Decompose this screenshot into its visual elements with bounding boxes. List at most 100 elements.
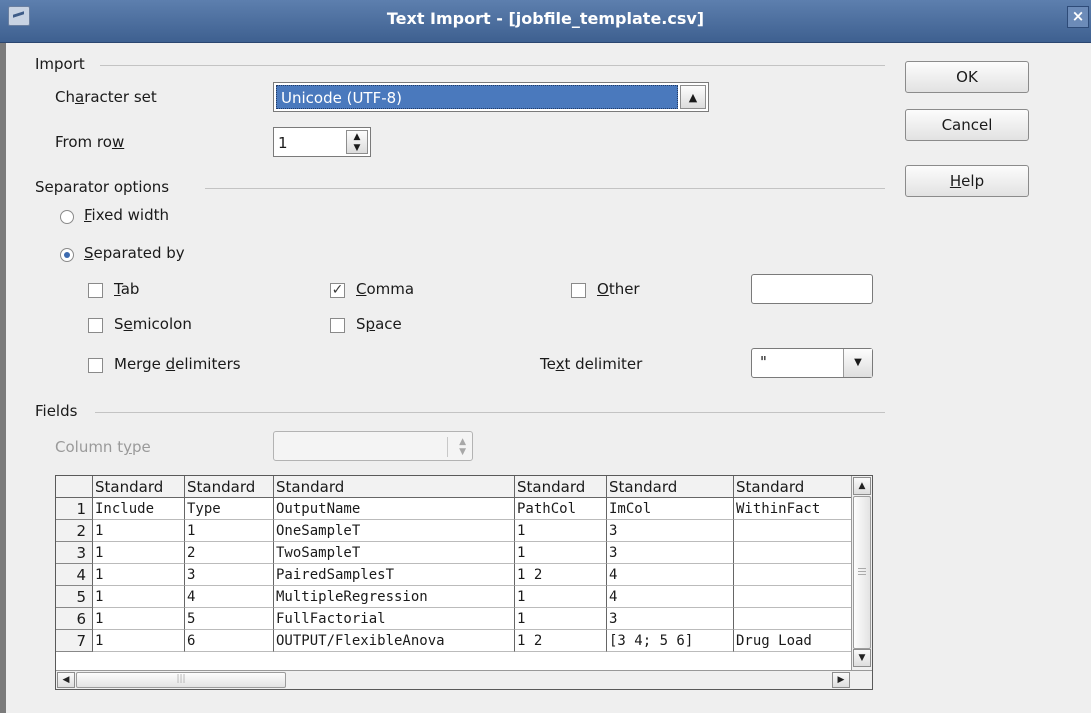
chevron-down-icon[interactable]: ▼ bbox=[843, 349, 872, 377]
grid-cell[interactable]: 1 2 bbox=[515, 630, 607, 652]
scroll-right-icon[interactable]: ▶ bbox=[832, 672, 850, 688]
column-type-label: Column type bbox=[55, 438, 151, 456]
grid-cell[interactable]: 6 bbox=[185, 630, 274, 652]
row-number[interactable]: 2 bbox=[56, 520, 93, 542]
row-number[interactable]: 6 bbox=[56, 608, 93, 630]
import-section-divider bbox=[100, 65, 885, 66]
grid-cell[interactable]: 1 bbox=[515, 520, 607, 542]
import-section-label: Import bbox=[35, 55, 85, 73]
grid-cell[interactable] bbox=[734, 542, 851, 564]
help-button[interactable]: Help bbox=[905, 165, 1029, 197]
grid-cell[interactable]: 1 2 bbox=[515, 564, 607, 586]
grid-cell[interactable]: OneSampleT bbox=[274, 520, 515, 542]
grid-cell[interactable]: 4 bbox=[607, 564, 734, 586]
other-input[interactable] bbox=[751, 274, 873, 304]
grid-cell[interactable]: 1 bbox=[93, 586, 185, 608]
grid-cell[interactable]: OUTPUT/FlexibleAnova bbox=[274, 630, 515, 652]
grid-cell[interactable]: 5 bbox=[185, 608, 274, 630]
grid-cell[interactable] bbox=[734, 608, 851, 630]
semicolon-label: Semicolon bbox=[114, 315, 192, 333]
window-edge bbox=[0, 43, 6, 713]
ok-button[interactable]: OK bbox=[905, 61, 1029, 93]
grid-cell[interactable]: 1 bbox=[93, 520, 185, 542]
grid-cell[interactable]: WithinFact bbox=[734, 498, 851, 520]
text-delimiter-select[interactable]: " ▼ bbox=[751, 348, 873, 378]
charset-select[interactable]: Unicode (UTF-8) ▲ bbox=[273, 82, 709, 112]
grid-cell[interactable]: Drug Load bbox=[734, 630, 851, 652]
grid-cell[interactable]: 1 bbox=[515, 586, 607, 608]
grid-cell[interactable]: 1 bbox=[185, 520, 274, 542]
from-row-label: From row bbox=[55, 133, 125, 151]
hscroll-thumb[interactable]: ||| bbox=[76, 672, 286, 688]
row-number[interactable]: 5 bbox=[56, 586, 93, 608]
from-row-value: 1 bbox=[278, 134, 288, 152]
grid-cell[interactable]: ImCol bbox=[607, 498, 734, 520]
title-bar: Text Import - [jobfile_template.csv] × bbox=[0, 0, 1091, 43]
scroll-thumb[interactable] bbox=[853, 496, 871, 649]
cancel-button[interactable]: Cancel bbox=[905, 109, 1029, 141]
grid-cell[interactable]: 1 bbox=[93, 542, 185, 564]
close-icon[interactable]: × bbox=[1067, 6, 1089, 28]
column-header[interactable]: Standard bbox=[185, 476, 274, 498]
grid-cell[interactable]: 1 bbox=[93, 630, 185, 652]
tab-label: Tab bbox=[114, 280, 140, 298]
space-checkbox[interactable] bbox=[330, 318, 345, 333]
grid-cell[interactable]: PathCol bbox=[515, 498, 607, 520]
grid-corner bbox=[56, 476, 93, 498]
column-header[interactable]: Standard bbox=[734, 476, 851, 498]
tab-checkbox[interactable] bbox=[88, 283, 103, 298]
row-number[interactable]: 4 bbox=[56, 564, 93, 586]
column-header[interactable]: Standard bbox=[607, 476, 734, 498]
from-row-spinner[interactable]: 1 ▲ ▼ bbox=[273, 127, 371, 157]
grid-cell[interactable]: 3 bbox=[185, 564, 274, 586]
grid-cell[interactable]: 3 bbox=[607, 608, 734, 630]
grid-cell[interactable]: Type bbox=[185, 498, 274, 520]
comma-label: Comma bbox=[356, 280, 415, 298]
row-number[interactable]: 1 bbox=[56, 498, 93, 520]
semicolon-checkbox[interactable] bbox=[88, 318, 103, 333]
grid-cell[interactable]: 1 bbox=[93, 608, 185, 630]
updown-icon[interactable]: ▲ bbox=[680, 85, 706, 109]
grid-cell[interactable]: OutputName bbox=[274, 498, 515, 520]
grid-cell[interactable]: PairedSamplesT bbox=[274, 564, 515, 586]
separated-by-radio[interactable] bbox=[60, 248, 74, 262]
grid-cell[interactable]: 4 bbox=[607, 586, 734, 608]
grid-cell[interactable]: TwoSampleT bbox=[274, 542, 515, 564]
grid-cell[interactable]: 3 bbox=[607, 520, 734, 542]
text-delimiter-label: Text delimiter bbox=[540, 355, 643, 373]
grid-cell[interactable] bbox=[734, 564, 851, 586]
row-number[interactable]: 7 bbox=[56, 630, 93, 652]
horizontal-scrollbar[interactable]: ◀ ||| ▶ bbox=[56, 670, 872, 689]
grid-cell[interactable]: 1 bbox=[93, 564, 185, 586]
vertical-scrollbar[interactable]: ▲ ▼ bbox=[851, 476, 872, 670]
charset-value: Unicode (UTF-8) bbox=[276, 85, 678, 109]
scroll-left-icon[interactable]: ◀ bbox=[57, 672, 75, 688]
column-header[interactable]: Standard bbox=[274, 476, 515, 498]
column-type-select: ▲ ▼ bbox=[273, 431, 473, 461]
updown-icon: ▲ ▼ bbox=[459, 437, 466, 457]
grid-cell[interactable]: 3 bbox=[607, 542, 734, 564]
grid-cell[interactable]: 1 bbox=[515, 542, 607, 564]
comma-checkbox[interactable]: ✓ bbox=[330, 283, 345, 298]
merge-delimiters-checkbox[interactable] bbox=[88, 358, 103, 373]
fixed-width-radio[interactable] bbox=[60, 210, 74, 224]
grid-cell[interactable] bbox=[734, 520, 851, 542]
other-checkbox[interactable] bbox=[571, 283, 586, 298]
charset-label: Character set bbox=[55, 88, 157, 106]
preview-grid[interactable]: Standard Standard Standard Standard Stan… bbox=[55, 475, 873, 690]
column-header[interactable]: Standard bbox=[93, 476, 185, 498]
grid-cell[interactable]: 2 bbox=[185, 542, 274, 564]
space-label: Space bbox=[356, 315, 402, 333]
grid-cell[interactable]: MultipleRegression bbox=[274, 586, 515, 608]
spin-icon[interactable]: ▲ ▼ bbox=[346, 130, 368, 154]
grid-cell[interactable]: FullFactorial bbox=[274, 608, 515, 630]
scroll-down-icon[interactable]: ▼ bbox=[853, 649, 871, 667]
grid-cell[interactable] bbox=[734, 586, 851, 608]
grid-cell[interactable]: [3 4; 5 6] bbox=[607, 630, 734, 652]
grid-cell[interactable]: 4 bbox=[185, 586, 274, 608]
grid-cell[interactable]: Include bbox=[93, 498, 185, 520]
column-header[interactable]: Standard bbox=[515, 476, 607, 498]
row-number[interactable]: 3 bbox=[56, 542, 93, 564]
grid-cell[interactable]: 1 bbox=[515, 608, 607, 630]
scroll-up-icon[interactable]: ▲ bbox=[853, 477, 871, 495]
